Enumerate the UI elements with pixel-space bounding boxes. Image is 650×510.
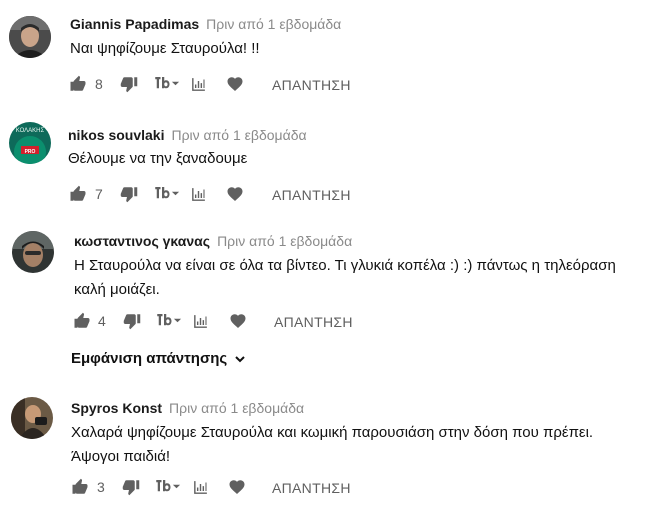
youtube-brand-icon [155, 311, 173, 329]
thumb-down-icon [120, 75, 138, 93]
chevron-down-icon [235, 355, 245, 362]
comment-text: Θέλουμε να την ξαναδουμε [68, 147, 247, 171]
comment-text-line: καλή μοιάζει. [74, 281, 160, 298]
extension-dropdown[interactable] [152, 309, 184, 331]
youtube-brand-icon [154, 477, 172, 495]
heart-icon [228, 478, 246, 496]
comment-text-line: Η Σταυρούλα να είναι σε όλα τα βίντεο. Τ… [74, 257, 616, 274]
thumb-down-icon [123, 312, 141, 330]
thumb-up-icon [69, 75, 87, 93]
comment-text-line: Θέλουμε να την ξαναδουμε [68, 150, 248, 167]
comment-author[interactable]: nikos souvlaki [68, 127, 164, 143]
reply-button[interactable]: ΑΠΑΝΤΗΣΗ [272, 480, 351, 496]
extension-dropdown[interactable] [150, 182, 182, 204]
avatar[interactable] [11, 397, 53, 439]
comment-time[interactable]: Πριν από 1 εβδομάδα [171, 127, 306, 143]
comment-text-line: Ναι ψηφίζουμε Σταυρούλα! !! [70, 40, 260, 57]
chevron-down-icon [171, 81, 179, 85]
avatar[interactable] [9, 16, 51, 58]
heart-button[interactable] [225, 184, 245, 204]
like-button[interactable] [68, 184, 88, 204]
stats-button[interactable] [188, 74, 208, 94]
like-count: 7 [95, 186, 103, 202]
dislike-button[interactable] [119, 184, 139, 204]
comment-author[interactable]: Giannis Papadimas [70, 16, 199, 32]
reply-button[interactable]: ΑΠΑΝΤΗΣΗ [272, 77, 351, 93]
comment-header: κωσταντινος γκανας Πριν από 1 εβδομάδα [74, 233, 352, 249]
stats-icon [192, 479, 209, 496]
stats-button[interactable] [190, 311, 210, 331]
heart-icon [229, 312, 247, 330]
heart-button[interactable] [225, 74, 245, 94]
like-count: 8 [95, 76, 103, 92]
comment-time[interactable]: Πριν από 1 εβδομάδα [169, 400, 304, 416]
comment-header: nikos souvlaki Πριν από 1 εβδομάδα [68, 127, 307, 143]
comment-text-line: Άψογοι παιδιά! [71, 448, 171, 465]
like-count: 3 [97, 479, 105, 495]
extension-dropdown[interactable] [150, 72, 182, 94]
comment-text-line: Χαλαρά ψηφίζουμε Σταυρούλα και κωμική πα… [71, 424, 594, 441]
avatar[interactable]: ΚΟΛΑΚΗΣ PRO [9, 122, 51, 164]
stats-icon [190, 186, 207, 203]
comment-time[interactable]: Πριν από 1 εβδομάδα [217, 233, 352, 249]
extension-dropdown[interactable] [151, 475, 183, 497]
comment-text: Η Σταυρούλα να είναι σε όλα τα βίντεο. Τ… [74, 254, 616, 302]
chevron-down-icon [171, 191, 179, 195]
comment-header: Giannis Papadimas Πριν από 1 εβδομάδα [70, 16, 341, 32]
comment-text: Χαλαρά ψηφίζουμε Σταυρούλα και κωμική πα… [71, 421, 593, 469]
heart-button[interactable] [228, 311, 248, 331]
comment-text: Ναι ψηφίζουμε Σταυρούλα! !! [70, 37, 260, 61]
stats-icon [192, 313, 209, 330]
avatar-overlay-text2: PRO [25, 149, 36, 155]
stats-button[interactable] [190, 477, 210, 497]
dislike-button[interactable] [121, 477, 141, 497]
chevron-down-icon [173, 318, 181, 322]
comment-time[interactable]: Πριν από 1 εβδομάδα [206, 16, 341, 32]
avatar-overlay-text: ΚΟΛΑΚΗΣ [16, 128, 45, 134]
heart-icon [226, 185, 244, 203]
dislike-button[interactable] [122, 311, 142, 331]
stats-icon [190, 76, 207, 93]
avatar[interactable] [12, 231, 54, 273]
heart-icon [226, 75, 244, 93]
thumb-up-icon [69, 185, 87, 203]
chevron-down-icon [172, 484, 180, 488]
thumb-down-icon [122, 478, 140, 496]
thumb-down-icon [120, 185, 138, 203]
reply-button[interactable]: ΑΠΑΝΤΗΣΗ [274, 314, 353, 330]
like-count: 4 [98, 313, 106, 329]
comment-author[interactable]: κωσταντινος γκανας [74, 233, 210, 249]
heart-button[interactable] [227, 477, 247, 497]
like-button[interactable] [72, 311, 92, 331]
youtube-brand-icon [153, 74, 171, 92]
comment-header: Spyros Konst Πριν από 1 εβδομάδα [71, 400, 304, 416]
thumb-up-icon [71, 478, 89, 496]
comment-author[interactable]: Spyros Konst [71, 400, 162, 416]
like-button[interactable] [70, 477, 90, 497]
show-replies-label: Εμφάνιση απάντησης [71, 350, 228, 367]
like-button[interactable] [68, 74, 88, 94]
youtube-brand-icon [153, 184, 171, 202]
show-replies-button[interactable]: Εμφάνιση απάντησης [71, 350, 246, 367]
dislike-button[interactable] [119, 74, 139, 94]
reply-button[interactable]: ΑΠΑΝΤΗΣΗ [272, 187, 351, 203]
thumb-up-icon [73, 312, 91, 330]
stats-button[interactable] [188, 184, 208, 204]
